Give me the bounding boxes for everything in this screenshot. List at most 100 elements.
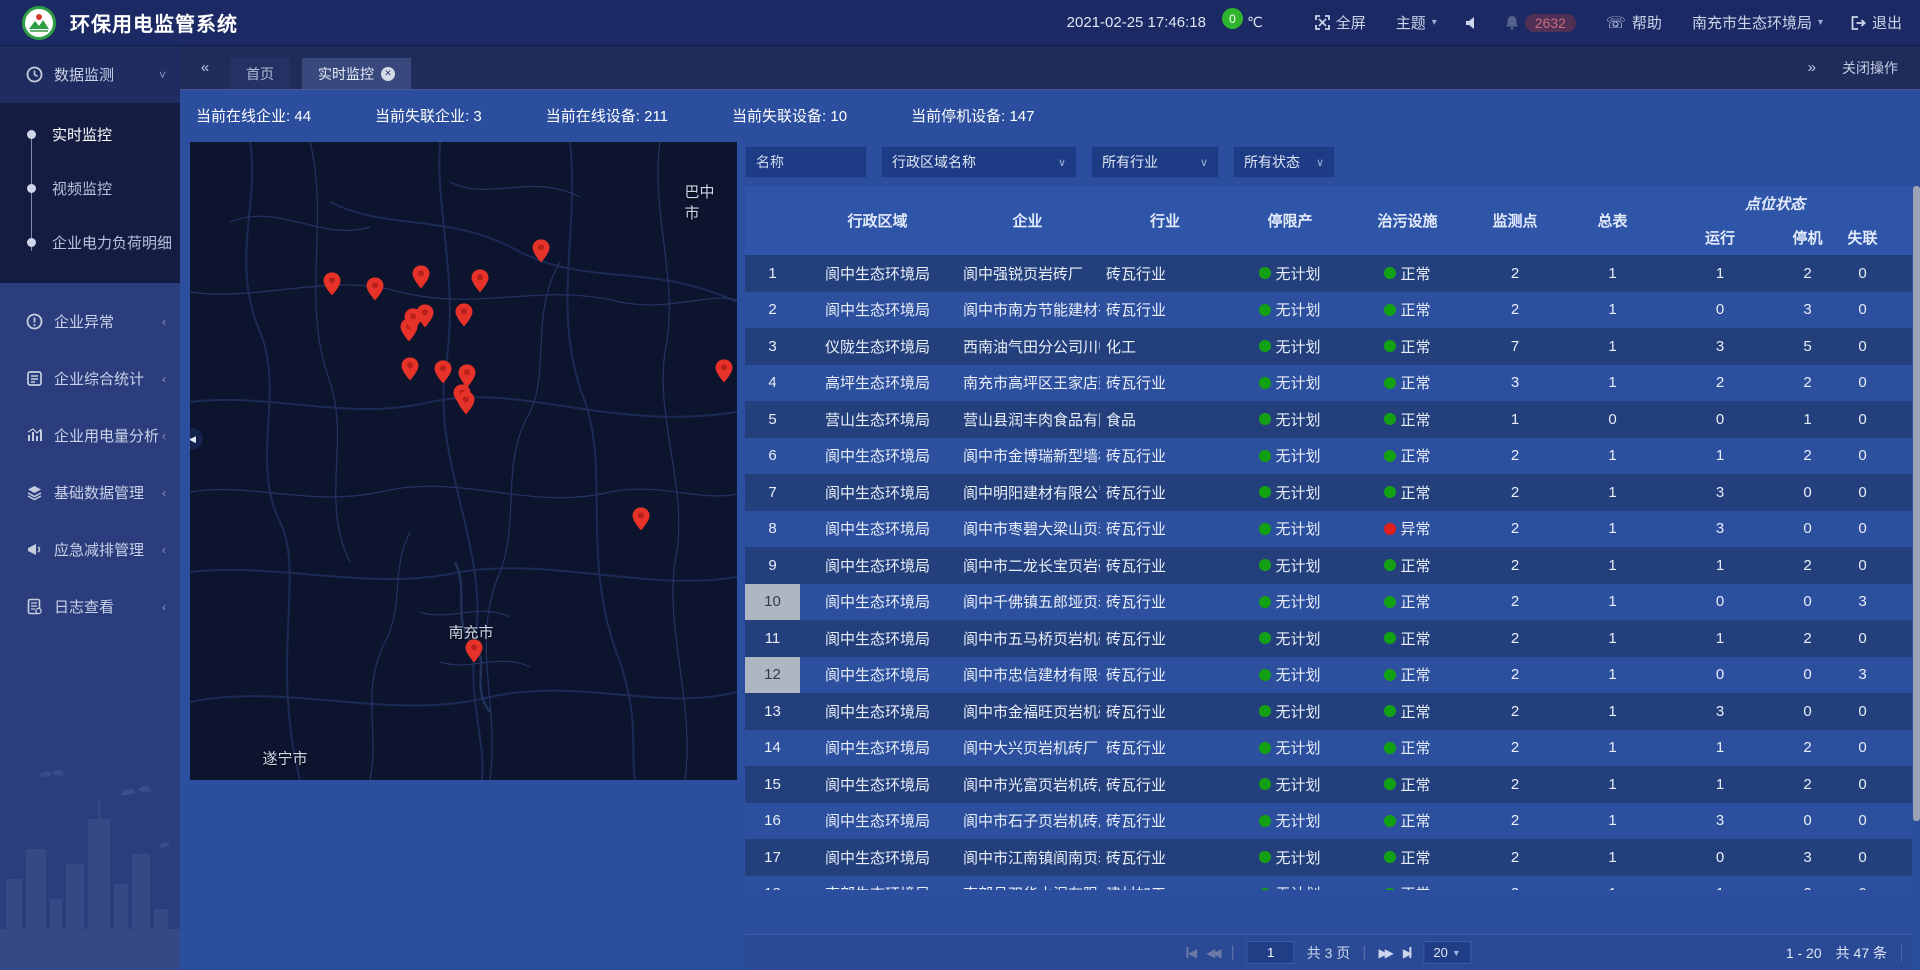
sidebar-item-log-view[interactable]: 日志查看 ‹ (0, 578, 180, 635)
cell-region: 阆中生态环境局 (800, 730, 955, 767)
cell-index: 2 (745, 292, 800, 329)
table-row[interactable]: 3 仪陇生态环境局 西南油气田分公司川中 化工 无计划 正常 7 1 3 5 0 (745, 328, 1912, 365)
name-search-input[interactable]: 名称 (745, 146, 867, 178)
tabs-scroll-right-button[interactable]: » (1808, 59, 1816, 76)
cell-stop-production: 无计划 (1230, 693, 1350, 730)
map-pin-icon[interactable] (435, 360, 452, 383)
tab-home[interactable]: 首页 (230, 58, 290, 89)
map-pin-icon[interactable] (533, 239, 550, 262)
cell-monitor-points: 2 (1465, 255, 1565, 292)
cell-total-meter: 1 (1565, 474, 1660, 511)
megaphone-icon (26, 541, 43, 558)
chevron-down-icon: ∨ (1316, 156, 1324, 169)
tabs-scroll-left-button[interactable]: « (192, 53, 218, 83)
page-number-input[interactable]: 1 (1247, 941, 1295, 964)
cell-industry: 砖瓦行业 (1100, 511, 1230, 548)
sidebar-item-enterprise-statistics[interactable]: 企业综合统计 ‹ (0, 350, 180, 407)
region-select[interactable]: 行政区域名称 ∨ (881, 146, 1077, 178)
fullscreen-button[interactable]: 全屏 (1315, 12, 1366, 33)
page-size-select[interactable]: 20 ▼ (1423, 941, 1471, 964)
chevron-left-icon: ‹ (162, 372, 166, 386)
status-dot-green (1384, 559, 1396, 571)
table-row[interactable]: 11 阆中生态环境局 阆中市五马桥页岩机砖 砖瓦行业 无计划 正常 2 1 1 … (745, 620, 1912, 657)
map-pin-icon[interactable] (324, 272, 341, 295)
prev-page-button[interactable]: ◀◀ (1206, 946, 1218, 960)
sidebar-item-base-data[interactable]: 基础数据管理 ‹ (0, 464, 180, 521)
table-row[interactable]: 9 阆中生态环境局 阆中市二龙长宝页岩砖 砖瓦行业 无计划 正常 2 1 1 2… (745, 547, 1912, 584)
cell-index: 7 (745, 474, 800, 511)
status-select[interactable]: 所有状态 ∨ (1233, 146, 1335, 178)
next-page-button[interactable]: ▶▶ (1378, 946, 1390, 960)
map-pin-icon[interactable] (367, 277, 384, 300)
cell-company: 阆中市金博瑞新型墙材 (955, 438, 1100, 475)
table-row[interactable]: 16 阆中生态环境局 阆中市石子页岩机砖厂 砖瓦行业 无计划 正常 2 1 3 … (745, 803, 1912, 840)
table-row[interactable]: 14 阆中生态环境局 阆中大兴页岩机砖厂 砖瓦行业 无计划 正常 2 1 1 2… (745, 730, 1912, 767)
mute-button[interactable] (1465, 16, 1479, 30)
sidebar-item-data-monitor[interactable]: 数据监测 ˅ (0, 46, 180, 103)
table-row[interactable]: 17 阆中生态环境局 阆中市江南镇阆南页岩 砖瓦行业 无计划 正常 2 1 0 … (745, 839, 1912, 876)
status-dot-green (1384, 377, 1396, 389)
map-pin-icon[interactable] (472, 269, 489, 292)
cell-running: 1 (1660, 766, 1780, 803)
cell-monitor-points: 2 (1465, 292, 1565, 329)
sidebar-item-enterprise-abnormal[interactable]: 企业异常 ‹ (0, 293, 180, 350)
city-label: 巴中市 (685, 181, 720, 223)
close-operations-menu[interactable]: 关闭操作 (1842, 58, 1898, 78)
sidebar-item-power-analysis[interactable]: 企业用电量分析 ‹ (0, 407, 180, 464)
map-pin-icon[interactable] (716, 359, 733, 382)
org-menu[interactable]: 南充市生态环境局 ▾ (1692, 12, 1823, 33)
sidebar-item-emergency-reduction[interactable]: 应急减排管理 ‹ (0, 521, 180, 578)
industry-select[interactable]: 所有行业 ∨ (1091, 146, 1219, 178)
table-row[interactable]: 15 阆中生态环境局 阆中市光富页岩机砖厂 砖瓦行业 无计划 正常 2 1 1 … (745, 766, 1912, 803)
map-pin-icon[interactable] (402, 357, 419, 380)
tab-realtime-monitor[interactable]: 实时监控 ✕ (302, 58, 411, 89)
table-row[interactable]: 8 阆中生态环境局 阆中市枣碧大梁山页岩 砖瓦行业 无计划 异常 2 1 3 0… (745, 511, 1912, 548)
table-scrollbar[interactable] (1913, 186, 1920, 821)
table-row[interactable]: 4 高坪生态环境局 南充市高坪区王家店建 砖瓦行业 无计划 正常 3 1 2 2… (745, 365, 1912, 402)
cell-running: 1 (1660, 438, 1780, 475)
table-row[interactable]: 1 阆中生态环境局 阆中强锐页岩砖厂 砖瓦行业 无计划 正常 2 1 1 2 0 (745, 255, 1912, 292)
table-row[interactable]: 13 阆中生态环境局 阆中市金福旺页岩机砖 砖瓦行业 无计划 正常 2 1 3 … (745, 693, 1912, 730)
cell-pollution-facility: 异常 (1350, 511, 1465, 548)
cell-pollution-facility: 正常 (1350, 803, 1465, 840)
bell-icon (1505, 15, 1519, 30)
map-pin-icon[interactable] (456, 303, 473, 326)
cell-running: 1 (1660, 255, 1780, 292)
table-row[interactable]: 6 阆中生态环境局 阆中市金博瑞新型墙材 砖瓦行业 无计划 正常 2 1 1 2… (745, 438, 1912, 475)
datetime-text: 2021-02-25 17:46:18 (1067, 14, 1206, 31)
table-row[interactable]: 18 南部生态环境局 南部县双华水泥有限公 建材加工 无计划 正常 2 1 1 … (745, 876, 1912, 891)
cell-industry: 砖瓦行业 (1100, 474, 1230, 511)
cell-halted: 2 (1780, 438, 1835, 475)
cell-stop-production: 无计划 (1230, 255, 1350, 292)
map-pin-icon[interactable] (413, 265, 430, 288)
col-monitor-points: 监测点 (1465, 186, 1565, 255)
map-pin-icon[interactable] (633, 507, 650, 530)
close-icon[interactable]: ✕ (381, 67, 395, 81)
cell-index: 6 (745, 438, 800, 475)
status-dot-green (1259, 377, 1271, 389)
sidebar-item-realtime-monitor[interactable]: 实时监控 (0, 107, 180, 161)
map-pin-icon[interactable] (417, 304, 434, 327)
col-lost: 失联 (1835, 220, 1890, 255)
table-row[interactable]: 7 阆中生态环境局 阆中明阳建材有限公司 砖瓦行业 无计划 正常 2 1 3 0… (745, 474, 1912, 511)
cell-halted: 0 (1780, 474, 1835, 511)
table-row[interactable]: 5 营山生态环境局 营山县润丰肉食品有限 食品 无计划 正常 1 0 0 1 0 (745, 401, 1912, 438)
table-row[interactable]: 12 阆中生态环境局 阆中市忠信建材有限公 砖瓦行业 无计划 正常 2 1 0 … (745, 657, 1912, 694)
sidebar-item-power-load-detail[interactable]: 企业电力负荷明细 (0, 215, 180, 269)
map-pin-icon[interactable] (458, 391, 475, 414)
logout-button[interactable]: 退出 (1851, 12, 1902, 33)
theme-menu[interactable]: 主题 ▾ (1396, 12, 1437, 33)
cell-region: 阆中生态环境局 (800, 803, 955, 840)
help-button[interactable]: ☏ 帮助 (1606, 12, 1662, 33)
cell-running: 1 (1660, 730, 1780, 767)
map-pin-icon[interactable] (466, 639, 483, 662)
cell-pollution-facility: 正常 (1350, 620, 1465, 657)
table-row[interactable]: 2 阆中生态环境局 阆中市南方节能建材有 砖瓦行业 无计划 正常 2 1 0 3… (745, 292, 1912, 329)
map-panel[interactable]: ◀ 巴中市南充市遂宁市 (190, 142, 737, 780)
table-row[interactable]: 10 阆中生态环境局 阆中千佛镇五郎垭页岩 砖瓦行业 无计划 正常 2 1 0 … (745, 584, 1912, 621)
alarm-button[interactable]: 2632 (1505, 14, 1576, 32)
first-page-button[interactable]: ◀ (1186, 946, 1194, 960)
sidebar-item-video-monitor[interactable]: 视频监控 (0, 161, 180, 215)
main-area: « 首页 实时监控 ✕ » 关闭操作 当前在线企业: 44 当前失联企业: 3 … (180, 46, 1920, 969)
last-page-button[interactable]: ▶ (1403, 946, 1411, 960)
